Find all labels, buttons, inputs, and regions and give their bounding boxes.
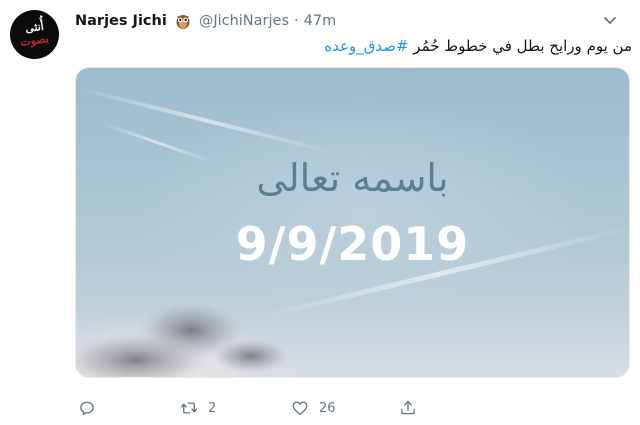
- like-button[interactable]: 26: [291, 396, 336, 420]
- tweet-actions: 2 26: [75, 396, 435, 420]
- tweet-header: Narjes Jichi @JichiNarjes · 47m: [75, 11, 336, 31]
- avatar[interactable]: أُنثى بصوت: [10, 10, 59, 59]
- tweet-media-image[interactable]: باسمه تعالى 9/9/2019: [75, 67, 630, 378]
- chevron-down-icon[interactable]: [601, 11, 619, 29]
- retweet-icon: [180, 402, 198, 414]
- reply-button[interactable]: [78, 396, 96, 420]
- tweet-body: من يوم ورايح بطل في خطوط حُمُر: [408, 37, 632, 55]
- hashtag-link[interactable]: #صدق_وعده: [324, 37, 408, 55]
- owl-emoji-icon: [174, 12, 192, 30]
- share-icon: [401, 400, 415, 415]
- reply-icon: [80, 401, 94, 416]
- author-handle[interactable]: @JichiNarjes: [199, 13, 289, 29]
- retweet-button[interactable]: 2: [180, 396, 216, 420]
- timestamp[interactable]: 47m: [304, 13, 337, 29]
- like-count: 26: [319, 400, 336, 416]
- separator-dot: ·: [294, 13, 299, 29]
- share-button[interactable]: [399, 396, 417, 420]
- heart-icon: [292, 401, 308, 416]
- retweet-count: 2: [208, 400, 217, 416]
- media-heading: باسمه تعالى: [256, 156, 449, 200]
- tweet-text: من يوم ورايح بطل في خطوط حُمُر #صدق_وعده: [75, 36, 632, 56]
- media-date: 9/9/2019: [235, 217, 470, 271]
- author-name[interactable]: Narjes Jichi: [75, 13, 167, 29]
- tweet[interactable]: أُنثى بصوت Narjes Jichi @JichiNarjes · 4…: [0, 0, 640, 425]
